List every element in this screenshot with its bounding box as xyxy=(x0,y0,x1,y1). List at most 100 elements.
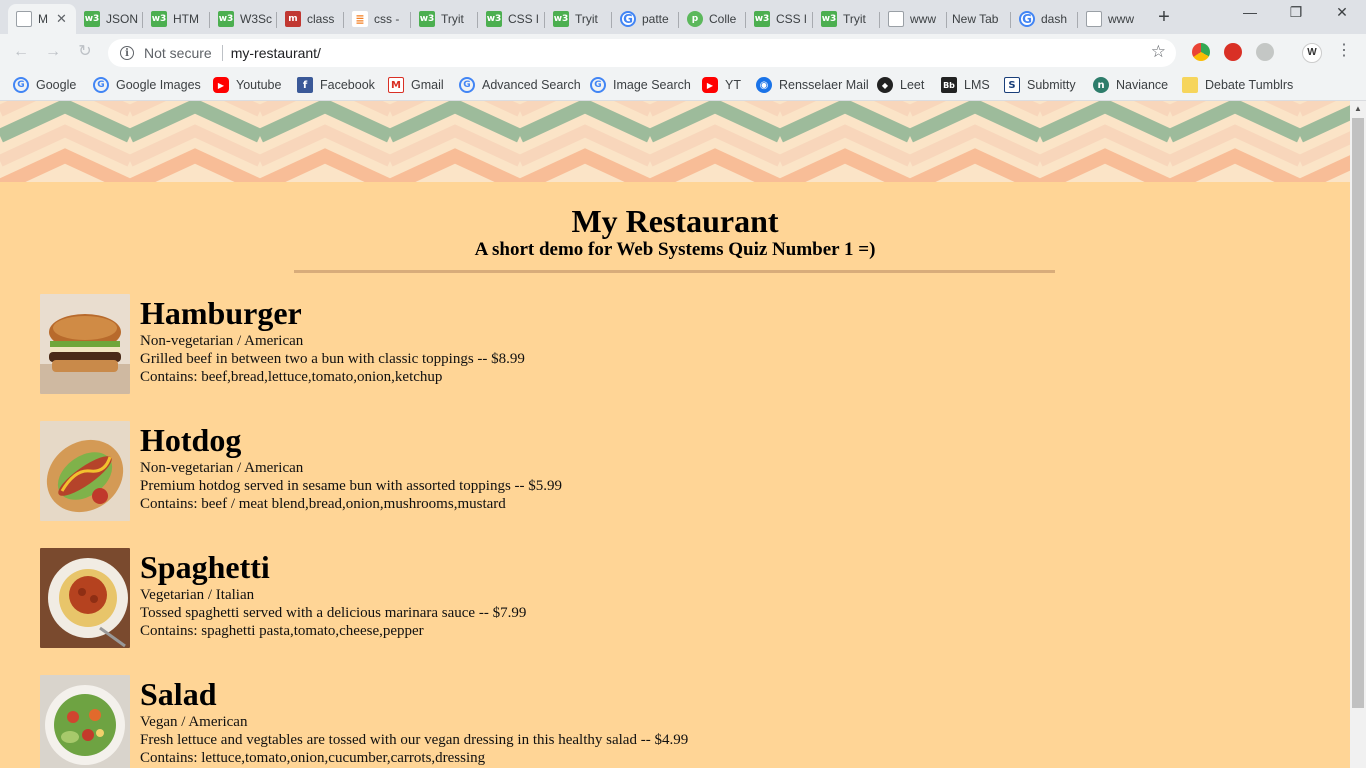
tab-label: css - xyxy=(374,12,400,26)
google-icon: G xyxy=(93,77,109,93)
bookmark-leet[interactable]: ◆ Leet xyxy=(877,70,924,100)
bookmark-google-images[interactable]: G Google Images xyxy=(93,70,201,100)
bookmark-label: Facebook xyxy=(320,78,375,92)
tab-www[interactable]: www xyxy=(880,4,947,34)
blackboard-icon: Bb xyxy=(941,77,957,93)
globe-icon[interactable] xyxy=(1256,43,1274,61)
bookmark-youtube[interactable]: ▶ Youtube xyxy=(213,70,281,100)
adblock-icon[interactable] xyxy=(1224,43,1242,61)
bookmark-submitty[interactable]: S Submitty xyxy=(1004,70,1076,100)
w3schools-icon: w3 xyxy=(553,11,569,27)
tab-new-tab[interactable]: New Tab xyxy=(944,4,1011,34)
youtube-icon: ▶ xyxy=(213,77,229,93)
tab-strip: M ✕ w3 JSON w3 HTM w3 W3Sc m class ≣ css… xyxy=(0,0,1366,34)
salad-photo xyxy=(40,675,130,768)
star-icon[interactable]: ☆ xyxy=(1151,42,1166,62)
tab-css[interactable]: w3 CSS l xyxy=(746,4,813,34)
menu-item-hotdog: Hotdog Non-vegetarian / American Premium… xyxy=(40,421,940,521)
tab-pattern[interactable]: G patte xyxy=(612,4,679,34)
reload-button[interactable]: ↻ xyxy=(74,41,96,63)
divider xyxy=(294,270,1055,273)
tab-css[interactable]: w3 CSS l xyxy=(478,4,545,34)
forward-button[interactable]: → xyxy=(42,41,64,63)
url-text[interactable]: my-restaurant/ xyxy=(231,45,321,61)
scroll-up-icon[interactable]: ▲ xyxy=(1350,101,1366,117)
close-window-button[interactable]: ✕ xyxy=(1319,4,1365,21)
tab-tryit[interactable]: w3 Tryit xyxy=(813,4,880,34)
google-icon: G xyxy=(459,77,475,93)
page-subtitle: A short demo for Web Systems Quiz Number… xyxy=(474,239,876,260)
tab-label: Tryit xyxy=(843,12,866,26)
globe-icon: ◉ xyxy=(756,77,772,93)
extension-icon[interactable] xyxy=(1192,43,1210,61)
tab-tryit[interactable]: w3 Tryit xyxy=(545,4,612,34)
bookmark-advanced-search[interactable]: G Advanced Search xyxy=(459,70,581,100)
chevron-pattern xyxy=(0,101,1350,182)
browser-toolbar: ← → ↻ i Not secure my-restaurant/ ☆ W ⋮ xyxy=(0,34,1366,70)
bookmark-google[interactable]: G Google xyxy=(13,70,76,100)
tab-class[interactable]: m class xyxy=(277,4,344,34)
tab-label: patte xyxy=(642,12,669,26)
tab-html[interactable]: w3 HTM xyxy=(143,4,210,34)
dish-description: Grilled beef in between two a bun with c… xyxy=(140,351,525,367)
security-label: Not secure xyxy=(144,45,212,61)
tab-dash[interactable]: G dash xyxy=(1011,4,1078,34)
dish-description: Premium hotdog served in sesame bun with… xyxy=(140,478,563,494)
back-button[interactable]: ← xyxy=(10,41,32,63)
page-scrollbar[interactable]: ▲ xyxy=(1350,101,1366,768)
tab-collection[interactable]: p Colle xyxy=(679,4,746,34)
menu-icon[interactable]: ⋮ xyxy=(1336,40,1352,60)
bookmark-lms[interactable]: Bb LMS xyxy=(941,70,990,100)
bookmark-label: YT xyxy=(725,78,741,92)
chevron-banner xyxy=(0,101,1350,182)
bookmark-facebook[interactable]: f Facebook xyxy=(297,70,375,100)
bookmark-label: Advanced Search xyxy=(482,78,581,92)
tab-css-stackoverflow[interactable]: ≣ css - xyxy=(344,4,411,34)
document-icon xyxy=(888,11,904,27)
dish-name: Hamburger xyxy=(140,295,302,331)
w3schools-icon: w3 xyxy=(419,11,435,27)
tab-json[interactable]: w3 JSON xyxy=(76,4,143,34)
bookmark-label: Rensselaer Mail xyxy=(779,78,869,92)
tab-www[interactable]: www xyxy=(1078,4,1145,34)
w3schools-icon: w3 xyxy=(754,11,770,27)
divider xyxy=(221,45,223,61)
tab-label: Tryit xyxy=(441,12,464,26)
bookmark-image-search[interactable]: G Image Search xyxy=(590,70,691,100)
tab-label: New Tab xyxy=(952,12,999,26)
tab-label: CSS l xyxy=(776,12,807,26)
tab-tryit[interactable]: w3 Tryit xyxy=(411,4,478,34)
bookmark-gmail[interactable]: M Gmail xyxy=(388,70,444,100)
dish-name: Spaghetti xyxy=(140,549,270,585)
tab-label: dash xyxy=(1041,12,1068,26)
bookmark-label: Debate Tumblrs xyxy=(1205,78,1294,92)
google-icon: G xyxy=(13,77,29,93)
bookmark-label: Naviance xyxy=(1116,78,1169,92)
close-icon[interactable]: ✕ xyxy=(56,11,67,27)
tab-w3schools[interactable]: w3 W3Sc xyxy=(210,4,277,34)
scrollbar-thumb[interactable] xyxy=(1352,118,1364,708)
info-icon[interactable]: i xyxy=(120,46,134,60)
avatar[interactable]: W xyxy=(1302,43,1322,63)
tab-label: HTM xyxy=(173,12,199,26)
dish-name: Salad xyxy=(140,676,217,712)
tab-my-restaurant[interactable]: M ✕ xyxy=(8,4,76,34)
folder-icon xyxy=(1182,77,1198,93)
new-tab-button[interactable]: + xyxy=(1153,7,1175,29)
mdn-icon: m xyxy=(285,11,301,27)
dish-category: Non-vegetarian / American xyxy=(140,460,304,476)
dish-ingredients: Contains: beef,bread,lettuce,tomato,onio… xyxy=(140,369,443,385)
document-icon xyxy=(1086,11,1102,27)
w3schools-icon: w3 xyxy=(84,11,100,27)
bookmark-rensselaer-mail[interactable]: ◉ Rensselaer Mail xyxy=(756,70,869,100)
restore-button[interactable]: ❐ xyxy=(1273,4,1319,21)
bookmark-naviance[interactable]: n Naviance xyxy=(1093,70,1168,100)
spaghetti-photo xyxy=(40,548,130,648)
bookmark-label: LMS xyxy=(964,78,990,92)
address-bar[interactable]: i Not secure my-restaurant/ ☆ xyxy=(108,39,1176,67)
minimize-button[interactable]: — xyxy=(1227,4,1273,20)
bookmark-debate-tumblrs[interactable]: Debate Tumblrs xyxy=(1182,70,1293,100)
bookmark-label: Google Images xyxy=(116,78,201,92)
bookmark-yt[interactable]: ▶ YT xyxy=(702,70,741,100)
tab-label: W3Sc xyxy=(240,12,273,26)
